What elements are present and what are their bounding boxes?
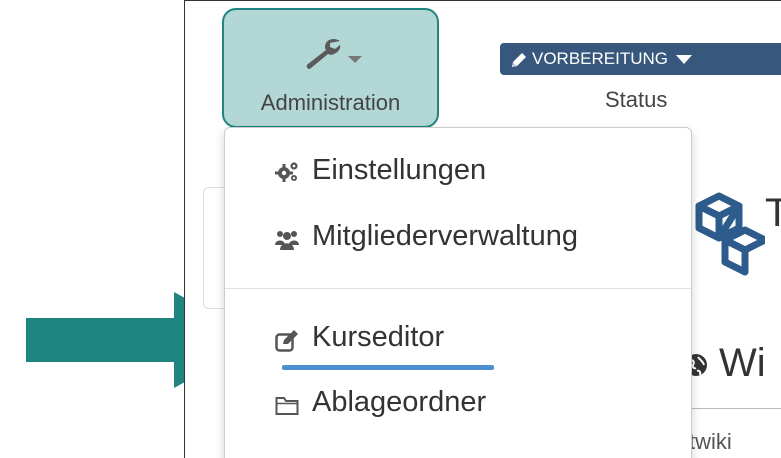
- administration-dropdown-menu: Einstellungen Mitgliederverwaltung Kurse…: [224, 127, 692, 458]
- app-window: T Wi stwiki Administration VORBEREITUNG …: [184, 0, 781, 458]
- administration-label: Administration: [260, 90, 401, 115]
- cubes-icon: [695, 192, 765, 276]
- menu-item-label: Ablageordner: [312, 386, 487, 418]
- menu-item-label: Kurseditor: [312, 321, 445, 353]
- users-icon: [275, 231, 299, 250]
- pencil-icon: [512, 52, 526, 67]
- wrench-icon: [306, 38, 341, 69]
- menu-item-label: Mitgliederverwaltung: [312, 220, 578, 252]
- edit-icon: [275, 330, 298, 352]
- background-title-glyph: T: [765, 191, 781, 236]
- wiki-heading: Wi: [719, 341, 766, 385]
- administration-button[interactable]: Administration: [222, 8, 439, 128]
- screenshot-stage: T Wi stwiki Administration VORBEREITUNG …: [0, 0, 781, 458]
- status-button[interactable]: VORBEREITUNG: [500, 43, 781, 75]
- status-button-label: VORBEREITUNG: [532, 49, 669, 68]
- caret-down-icon: [676, 55, 693, 65]
- menu-divider: [225, 288, 691, 289]
- menu-item-label: Einstellungen: [312, 154, 487, 186]
- wiki-divider: [685, 408, 781, 409]
- chevron-down-icon: [348, 56, 362, 63]
- kurseditor-highlight-underline: [282, 365, 494, 370]
- cogs-icon: [275, 162, 298, 182]
- folder-icon: [275, 397, 299, 415]
- status-label: Status: [605, 87, 668, 112]
